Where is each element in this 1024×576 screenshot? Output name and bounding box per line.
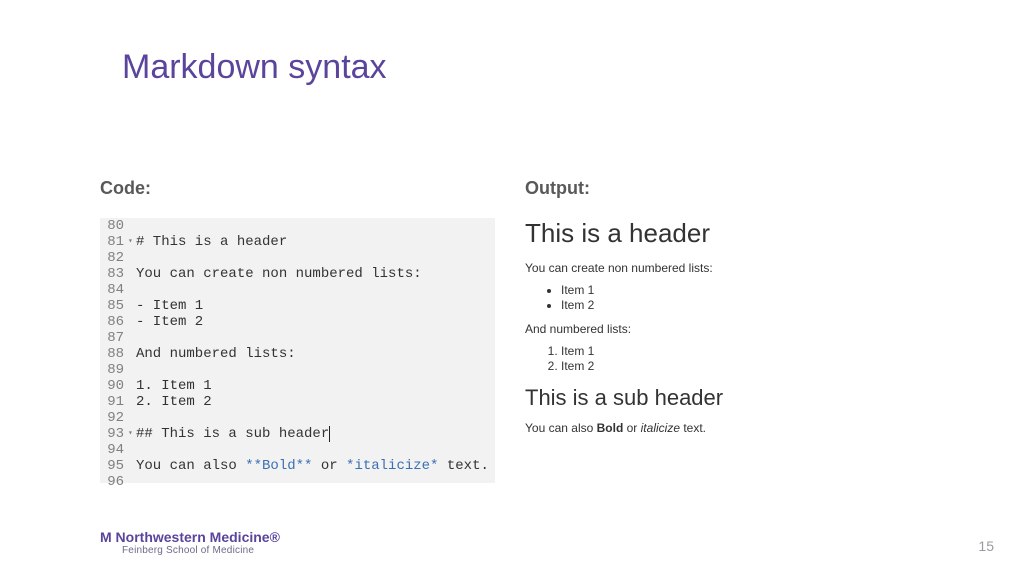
line-number: 94 [100, 442, 128, 458]
line-number: 91 [100, 394, 128, 410]
line-number: 83 [100, 266, 128, 282]
fold-icon: ▾ [128, 234, 136, 250]
fold-icon [128, 394, 136, 410]
output-p3-b: or [623, 421, 640, 435]
code-line: 87 [100, 330, 495, 346]
code-line: 91 2. Item 2 [100, 394, 495, 410]
list-item: Item 1 [561, 344, 925, 358]
code-line: 86 - Item 2 [100, 314, 495, 330]
code-line: 92 [100, 410, 495, 426]
output-p3-ital: italicize [641, 421, 680, 435]
fold-icon [128, 282, 136, 298]
code-line: 96 [100, 474, 495, 490]
list-item: Item 1 [561, 283, 925, 297]
code-text: And numbered lists: [136, 346, 296, 362]
fold-icon [128, 298, 136, 314]
fold-icon [128, 378, 136, 394]
fold-icon [128, 314, 136, 330]
code-text: # This is a header [136, 234, 287, 250]
line-number: 81 [100, 234, 128, 250]
code-text: - Item 1 [136, 298, 203, 314]
footer-logo-main: M Northwestern Medicine® [100, 529, 280, 545]
page-number: 15 [978, 538, 994, 554]
output-ol: Item 1Item 2 [525, 344, 925, 373]
code-line: 88 And numbered lists: [100, 346, 495, 362]
code-line: 82 [100, 250, 495, 266]
output-p3: You can also Bold or italicize text. [525, 421, 925, 435]
code-line: 93▾## This is a sub header [100, 426, 495, 442]
fold-icon [128, 250, 136, 266]
output-section-label: Output: [525, 178, 590, 199]
code-line: 85 - Item 1 [100, 298, 495, 314]
output-p3-a: You can also [525, 421, 597, 435]
code-line: 89 [100, 362, 495, 378]
fold-icon [128, 442, 136, 458]
slide-title: Markdown syntax [122, 48, 387, 87]
output-p3-c: text. [680, 421, 706, 435]
slide: Markdown syntax Code: Output: 8081▾# Thi… [0, 0, 1024, 576]
output-h1: This is a header [525, 218, 925, 249]
line-number: 90 [100, 378, 128, 394]
code-line: 81▾# This is a header [100, 234, 495, 250]
line-number: 92 [100, 410, 128, 426]
code-line: 94 [100, 442, 495, 458]
line-number: 85 [100, 298, 128, 314]
fold-icon [128, 362, 136, 378]
line-number: 95 [100, 458, 128, 474]
line-number: 96 [100, 474, 128, 490]
footer-logo-sub: Feinberg School of Medicine [122, 545, 280, 556]
line-number: 88 [100, 346, 128, 362]
fold-icon [128, 266, 136, 282]
line-number: 93 [100, 426, 128, 442]
line-number: 84 [100, 282, 128, 298]
code-editor: 8081▾# This is a header8283You can creat… [100, 218, 495, 483]
code-line: 80 [100, 218, 495, 234]
code-text: - Item 2 [136, 314, 203, 330]
code-text: 2. Item 2 [136, 394, 212, 410]
code-line: 84 [100, 282, 495, 298]
list-item: Item 2 [561, 298, 925, 312]
code-text: You can also **Bold** or *italicize* tex… [136, 458, 489, 474]
fold-icon [128, 458, 136, 474]
line-number: 89 [100, 362, 128, 378]
output-h2: This is a sub header [525, 385, 925, 411]
code-line: 90 1. Item 1 [100, 378, 495, 394]
code-text: 1. Item 1 [136, 378, 212, 394]
fold-icon [128, 330, 136, 346]
line-number: 82 [100, 250, 128, 266]
line-number: 87 [100, 330, 128, 346]
output-p3-bold: Bold [597, 421, 624, 435]
code-section-label: Code: [100, 178, 151, 199]
list-item: Item 2 [561, 359, 925, 373]
code-line: 95 You can also **Bold** or *italicize* t… [100, 458, 495, 474]
output-p2: And numbered lists: [525, 322, 925, 336]
line-number: 80 [100, 218, 128, 234]
fold-icon [128, 346, 136, 362]
fold-icon: ▾ [128, 426, 136, 442]
footer-logo: M Northwestern Medicine® Feinberg School… [100, 529, 280, 556]
fold-icon [128, 410, 136, 426]
output-ul: Item 1Item 2 [525, 283, 925, 312]
code-line: 83 You can create non numbered lists: [100, 266, 495, 282]
line-number: 86 [100, 314, 128, 330]
fold-icon [128, 218, 136, 234]
rendered-output: This is a header You can create non numb… [525, 218, 925, 443]
code-text: You can create non numbered lists: [136, 266, 422, 282]
fold-icon [128, 474, 136, 490]
code-text: ## This is a sub header [136, 426, 330, 442]
output-p1: You can create non numbered lists: [525, 261, 925, 275]
